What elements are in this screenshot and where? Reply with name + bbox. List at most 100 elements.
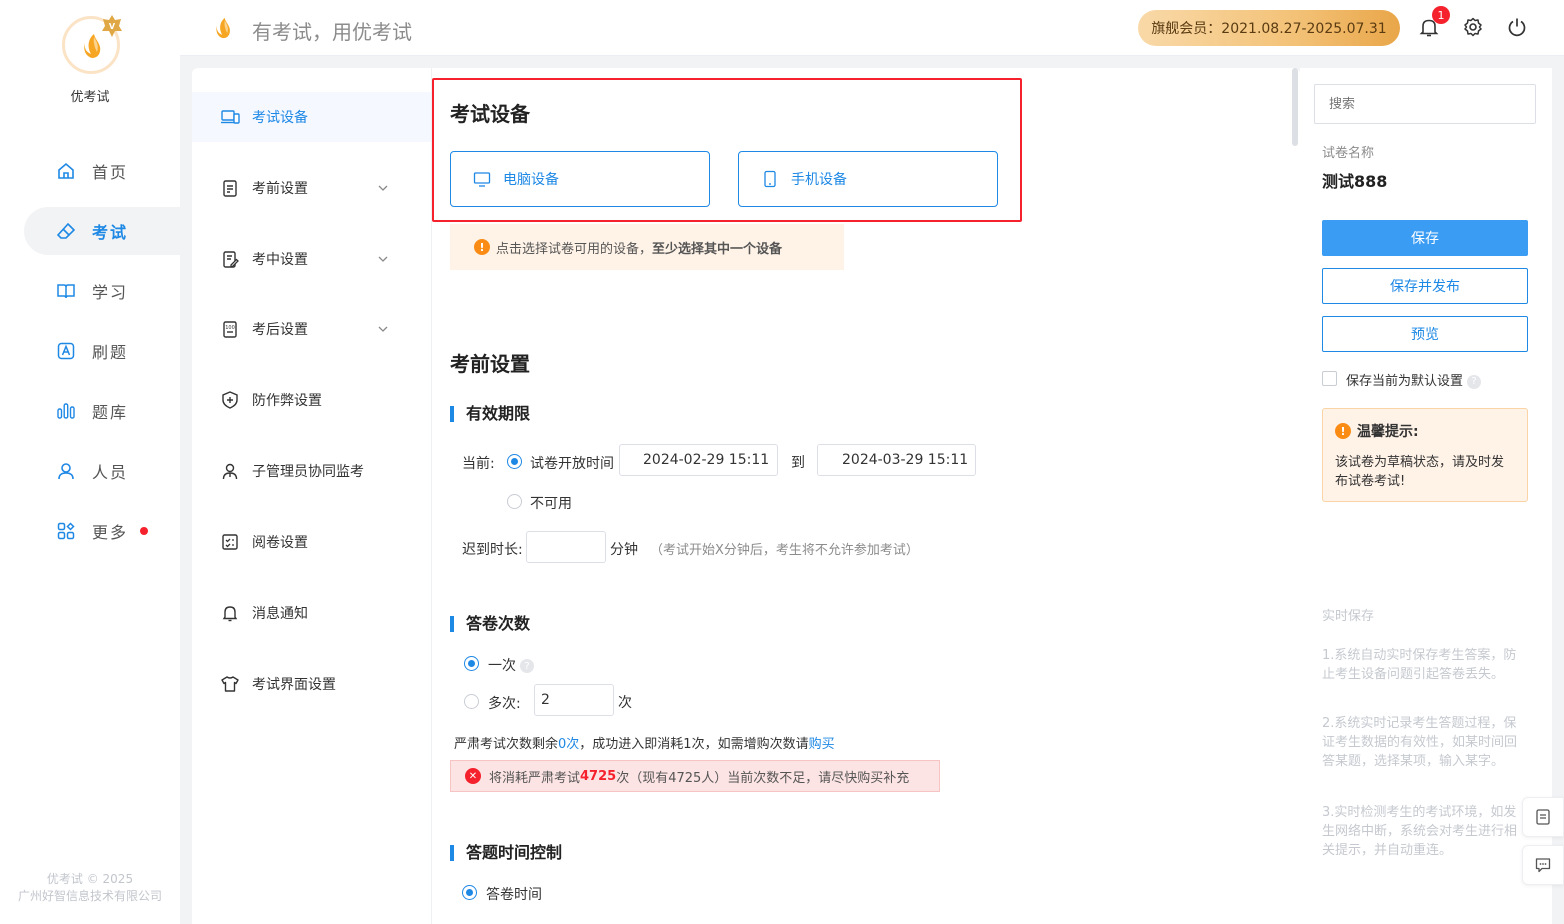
copyright: 优考试 © 2025 广州好智信息技术有限公司 (0, 871, 180, 905)
device-tip: ! 点击选择试卷可用的设备， 至少选择其中一个设备 (450, 224, 844, 270)
floating-chat-button[interactable] (1522, 845, 1564, 885)
bars-icon (57, 403, 75, 419)
submenu-anti-cheat[interactable]: 防作弊设置 (192, 375, 431, 425)
error-count: 4725 (580, 768, 617, 784)
nav-item-more[interactable]: 更多 (24, 507, 180, 555)
nav-item-bank[interactable]: 题库 (24, 387, 180, 435)
submenu-exam-ui[interactable]: 考试界面设置 (192, 659, 431, 709)
nav-label-bank: 题库 (92, 403, 129, 422)
logo-leaf-icon (84, 34, 101, 58)
warning-icon: ! (474, 239, 490, 255)
pc-device-card[interactable]: 电脑设备 (450, 151, 710, 207)
save-button[interactable]: 保存 (1322, 220, 1528, 256)
help-icon[interactable]: ? (1467, 374, 1482, 389)
radio-unavailable[interactable] (507, 494, 522, 509)
nav-item-people[interactable]: 人员 (24, 447, 180, 495)
gear-icon[interactable] (1462, 16, 1484, 38)
warm-tip-title-row: ! 温馨提示: (1335, 421, 1515, 441)
letter-a-icon (57, 342, 75, 360)
end-time-input[interactable]: 2024-03-29 15:11 (817, 444, 976, 476)
submenu-sub-admin[interactable]: 子管理员协同监考 (192, 446, 431, 496)
submenu-label: 防作弊设置 (252, 393, 322, 409)
svg-text:V: V (109, 22, 116, 31)
warm-tip-body: 该试卷为草稿状态，请及时发布试卷考试! (1335, 455, 1505, 489)
apps-icon (57, 522, 75, 540)
submenu-label: 子管理员协同监考 (252, 464, 364, 480)
nav-item-exam[interactable]: 考试 (24, 207, 180, 255)
submenu-label: 考后设置 (252, 322, 308, 338)
power-icon[interactable] (1506, 16, 1528, 38)
vip-crown-icon: V (102, 15, 122, 37)
submenu-label: 考试设备 (252, 110, 308, 126)
submenu-exam-device[interactable]: 考试设备 (192, 92, 431, 142)
nav-item-practice[interactable]: 刷题 (24, 327, 180, 375)
edit-doc-icon (223, 251, 239, 268)
default-settings-checkbox[interactable] (1322, 371, 1337, 386)
device-tip-text: 点击选择试卷可用的设备， (496, 241, 653, 257)
submenu-in-exam[interactable]: 考中设置 (192, 234, 431, 284)
unavailable-label: 不可用 (530, 496, 572, 512)
nav-label-home: 首页 (92, 163, 129, 182)
multi-count-input[interactable]: 2 (534, 684, 614, 716)
content-scrollbar[interactable] (1292, 68, 1298, 146)
save-publish-button[interactable]: 保存并发布 (1322, 268, 1528, 304)
monitor-icon (473, 172, 491, 187)
search-input[interactable] (1314, 84, 1536, 124)
member-badge[interactable]: 旗舰会员：2021.08.27-2025.07.31 (1138, 10, 1400, 46)
copyright-line1: 优考试 © 2025 (46, 872, 134, 886)
nav-label-exam: 考试 (92, 223, 129, 242)
nav-label-more: 更多 (92, 523, 129, 542)
submenu-grading[interactable]: 阅卷设置 (192, 517, 431, 567)
validity-title: 有效期限 (450, 406, 530, 422)
nav-item-study[interactable]: 学习 (24, 267, 180, 315)
device-section-title: 考试设备 (450, 102, 530, 126)
chevron-down-icon (378, 185, 388, 191)
radio-once[interactable] (464, 656, 479, 671)
warning-icon: ! (1335, 423, 1351, 439)
realtime-item-3: 3.实时检测考生的考试环境，如发生网络中断，系统会对考生进行相关提示，并自动重连… (1322, 805, 1518, 858)
submenu-label: 考试界面设置 (252, 677, 336, 693)
radio-answer-time[interactable] (462, 885, 477, 900)
realtime-item-1: 1.系统自动实时保存考生答案，防止考生设备问题引起答卷丢失。 (1322, 648, 1517, 682)
warm-tip: ! 温馨提示: 该试卷为草稿状态，请及时发布试卷考试! (1322, 408, 1528, 502)
score-sheet-icon: 100 (223, 321, 237, 338)
shield-icon (222, 391, 238, 409)
nav-item-home[interactable]: 首页 (24, 147, 180, 195)
laptop-phone-icon (221, 110, 240, 124)
home-icon (58, 162, 74, 179)
error-prefix: 将消耗严肃考试 (489, 770, 581, 786)
once-label: 一次? (488, 655, 534, 675)
admin-user-icon (222, 463, 238, 480)
copyright-line2: 广州好智信息技术有限公司 (17, 889, 162, 903)
attempts-title: 答卷次数 (450, 616, 530, 632)
buy-link[interactable]: 购买 (809, 737, 835, 752)
submenu-label: 考前设置 (252, 181, 308, 197)
radio-open-time[interactable] (507, 454, 522, 469)
tshirt-icon (221, 676, 239, 692)
radio-multi[interactable] (464, 694, 479, 709)
floating-notes-button[interactable] (1522, 797, 1564, 837)
open-time-label: 试卷开放时间 (530, 456, 614, 472)
submenu-post-exam[interactable]: 100 考后设置 (192, 304, 431, 354)
nav-label-people: 人员 (92, 463, 129, 482)
checklist-icon (222, 534, 238, 550)
start-time-input[interactable]: 2024-02-29 15:11 (619, 444, 778, 476)
bell-icon (222, 606, 238, 622)
mobile-device-card[interactable]: 手机设备 (738, 151, 998, 207)
preview-button[interactable]: 预览 (1322, 316, 1528, 352)
chevron-down-icon (378, 256, 388, 262)
header-logo-icon (216, 17, 230, 39)
nav-label-study: 学习 (92, 283, 129, 302)
strict-suffix: ，成功进入即消耗1次，如需增购次数请 (579, 737, 809, 752)
submenu-label: 考中设置 (252, 252, 308, 268)
submenu-notifications[interactable]: 消息通知 (192, 588, 431, 638)
top-header: 有考试，用优考试 旗舰会员：2021.08.27-2025.07.31 1 (180, 0, 1564, 56)
submenu-pre-exam[interactable]: 考前设置 (192, 163, 431, 213)
clipboard-icon (223, 180, 237, 197)
eraser-icon (56, 222, 76, 239)
realtime-item-2: 2.系统实时记录考生答题过程，保证考生数据的有效性，如某时间回答某题，选择某项，… (1322, 716, 1518, 769)
more-red-dot (140, 527, 149, 535)
help-icon[interactable]: ? (520, 659, 534, 673)
late-minutes-input[interactable] (526, 531, 606, 563)
phone-icon (764, 170, 776, 188)
